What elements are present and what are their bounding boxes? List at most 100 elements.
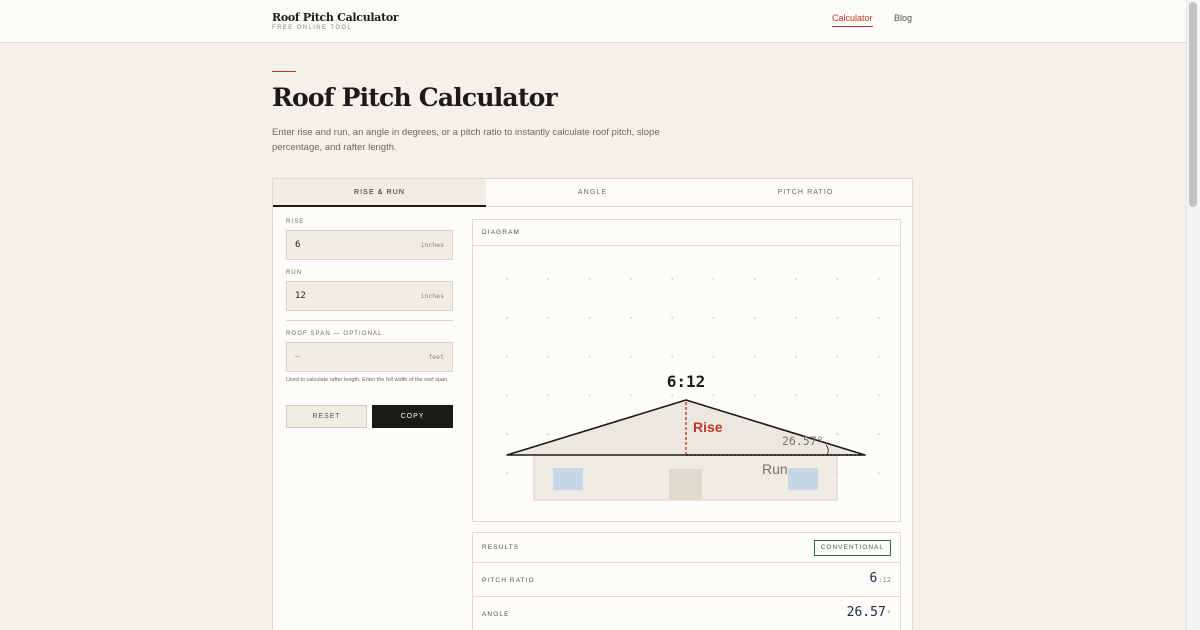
- grid-dot: [506, 472, 508, 474]
- angle-text: 26.57°: [782, 434, 824, 448]
- run-value: 12: [295, 291, 306, 301]
- grid-dot: [506, 316, 508, 319]
- span-unit: feet: [428, 353, 444, 361]
- door: [669, 469, 702, 500]
- grid-dot: [547, 355, 550, 358]
- result-label: ANGLE: [482, 611, 510, 618]
- grid-dot: [753, 278, 756, 280]
- brand-title[interactable]: Roof Pitch Calculator: [272, 11, 399, 24]
- grid-dot: [506, 278, 508, 280]
- span-label: ROOF SPAN — OPTIONAL: [286, 331, 383, 337]
- grid-dot: [836, 394, 839, 397]
- tab-pitch-ratio[interactable]: PITCH RATIO: [699, 179, 912, 207]
- result-number: 6: [869, 571, 878, 586]
- grid-dot: [671, 278, 674, 280]
- pitch-label: 6:12: [667, 372, 706, 391]
- grid-dot: [671, 316, 674, 319]
- top-navbar: Roof Pitch Calculator FREE ONLINE TOOL C…: [0, 0, 1186, 43]
- grid-dot: [795, 394, 797, 397]
- nav-link-calculator[interactable]: Calculator: [832, 13, 873, 27]
- result-row-angle: ANGLE 26.57°: [473, 597, 900, 630]
- run-text: Run: [762, 461, 788, 477]
- result-row-pitch-ratio: PITCH RATIO 6:12: [473, 563, 900, 597]
- grid-dot: [671, 355, 674, 358]
- accent-rule: [272, 71, 296, 72]
- rise-unit: inches: [420, 241, 444, 249]
- grid-dot: [547, 316, 550, 319]
- rise-input[interactable]: 6 inches: [286, 230, 453, 260]
- rise-text: Rise: [693, 419, 723, 435]
- grid-dot: [795, 355, 797, 358]
- grid-dot: [836, 355, 839, 358]
- calculator-card: RISE & RUN ANGLE PITCH RATIO RISE 6 inch…: [272, 178, 913, 630]
- grid-dot: [630, 355, 632, 358]
- grid-dot: [836, 433, 839, 436]
- grid-dot: [588, 316, 591, 319]
- brand-subtitle: FREE ONLINE TOOL: [272, 25, 353, 31]
- grid-dot: [588, 394, 591, 397]
- results-header: RESULTS CONVENTIONAL: [473, 533, 900, 563]
- grid-dot: [671, 394, 674, 397]
- span-help-text: Used to calculate rafter length. Enter t…: [286, 377, 449, 383]
- rise-value: 6: [295, 240, 301, 250]
- grid-dot: [712, 394, 715, 397]
- grid-dot: [630, 394, 632, 397]
- grid-dot: [712, 316, 715, 319]
- grid-dot: [712, 355, 715, 358]
- results-panel: RESULTS CONVENTIONAL PITCH RATIO 6:12 AN…: [472, 532, 901, 630]
- result-value[interactable]: 26.57°: [847, 605, 891, 620]
- grid-dot: [836, 316, 839, 319]
- grid-dot: [588, 278, 591, 280]
- page-description: Enter rise and run, an angle in degrees,…: [272, 127, 660, 153]
- divider: [286, 320, 453, 321]
- run-input[interactable]: 12 inches: [286, 281, 453, 311]
- run-label: RUN: [286, 270, 303, 276]
- grid-dot: [547, 278, 550, 280]
- tab-angle[interactable]: ANGLE: [486, 179, 699, 207]
- grid-dot: [877, 394, 880, 397]
- grid-dot: [753, 316, 756, 319]
- grid-dot: [506, 355, 508, 358]
- reset-button[interactable]: RESET: [286, 405, 367, 428]
- grid-dot: [712, 278, 715, 280]
- page-title: Roof Pitch Calculator: [272, 83, 558, 112]
- diagram-title: DIAGRAM: [482, 229, 521, 236]
- result-suffix: :12: [878, 576, 891, 584]
- result-value[interactable]: 6:12: [870, 571, 891, 586]
- result-number: 26.57: [846, 605, 886, 620]
- scrollbar-thumb[interactable]: [1189, 2, 1197, 207]
- grid-dot: [795, 316, 797, 319]
- run-unit: inches: [420, 292, 444, 300]
- grid-dot: [877, 316, 880, 319]
- mode-tabs: RISE & RUN ANGLE PITCH RATIO: [273, 179, 912, 207]
- grid-dot: [836, 278, 839, 280]
- results-title: RESULTS: [482, 544, 520, 551]
- grid-dot: [547, 394, 550, 397]
- grid-dot: [753, 394, 756, 397]
- result-suffix: °: [886, 610, 891, 618]
- grid-dot: [588, 355, 591, 358]
- diagram-panel: DIAGRAM 6:12 Rise 26.57° Run: [472, 219, 901, 522]
- window-left: [553, 468, 583, 490]
- grid-dot: [795, 278, 797, 280]
- window-right: [788, 468, 818, 490]
- grid-dot: [877, 433, 880, 436]
- nav-link-blog[interactable]: Blog: [894, 13, 912, 23]
- classification-badge: CONVENTIONAL: [813, 540, 891, 556]
- span-input[interactable]: — feet: [286, 342, 453, 372]
- span-placeholder: —: [295, 352, 301, 362]
- grid-dot: [506, 394, 508, 397]
- diagram-header: DIAGRAM: [473, 220, 900, 246]
- tab-rise-run[interactable]: RISE & RUN: [273, 179, 486, 207]
- grid-dot: [877, 278, 880, 280]
- copy-button[interactable]: COPY: [372, 405, 453, 428]
- grid-dot: [877, 472, 880, 474]
- grid-dot: [630, 278, 632, 280]
- grid-dot: [877, 355, 880, 358]
- roof-diagram: 6:12 Rise 26.57° Run: [506, 278, 880, 501]
- grid-dot: [630, 316, 632, 319]
- grid-dot: [506, 433, 508, 436]
- grid-dot: [547, 433, 550, 436]
- grid-dot: [753, 355, 756, 358]
- result-label: PITCH RATIO: [482, 577, 535, 584]
